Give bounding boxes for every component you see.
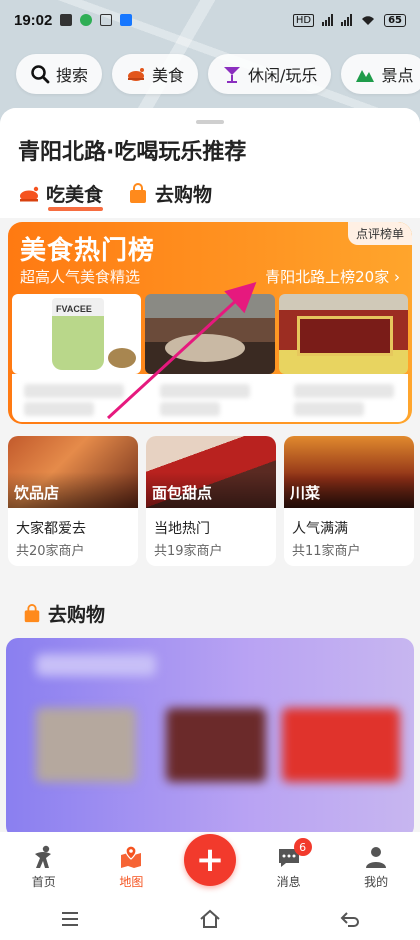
signal-4g-icon xyxy=(322,14,334,26)
cocktail-icon xyxy=(224,67,241,83)
notification-icon xyxy=(60,14,73,26)
ranking-count-link[interactable]: 青阳北路上榜20家 › xyxy=(265,266,400,287)
drink-photo[interactable]: FVACEE xyxy=(12,294,142,374)
tab-shopping[interactable]: 去购物 xyxy=(127,180,212,207)
tab-food[interactable]: 吃美食 xyxy=(18,180,104,211)
nav-messages[interactable]: 6 消息 xyxy=(254,838,324,890)
shopping-bag-icon xyxy=(130,182,147,203)
restaurant-photo[interactable] xyxy=(278,294,408,374)
shopping-card[interactable] xyxy=(6,638,414,832)
hd-icon: HD xyxy=(292,13,315,27)
system-navigation xyxy=(0,898,420,940)
fruit xyxy=(108,348,136,368)
food-icon xyxy=(128,68,145,81)
status-bar: 19:02 HD 65 xyxy=(0,0,420,40)
hot-card-details xyxy=(12,374,408,422)
chip-search[interactable]: 搜索 xyxy=(16,54,103,94)
home-icon[interactable] xyxy=(198,907,222,931)
category-card[interactable]: 面包甜点 当地热门 共19家商户 xyxy=(146,436,276,566)
chip-label: 景点 xyxy=(381,66,414,85)
sheet-header: 青阳北路·吃喝玩乐推荐 吃美食 去购物 xyxy=(0,108,420,218)
signal-5g-icon xyxy=(341,14,353,26)
sheet-grabber[interactable] xyxy=(196,120,224,124)
hot-card-title: 美食热门榜 xyxy=(20,236,156,266)
category-tag: 川菜 xyxy=(290,484,321,502)
hot-card-subtitle: 超高人气美食精选 xyxy=(20,268,141,286)
map-pin-icon xyxy=(121,845,142,868)
category-tag: 面包甜点 xyxy=(152,484,213,502)
sheet-title: 青阳北路·吃喝玩乐推荐 xyxy=(18,140,247,165)
roast-chicken-icon xyxy=(20,186,39,201)
battery-indicator: 65 xyxy=(384,13,406,27)
home-person-icon xyxy=(34,845,51,868)
recommendation-sheet[interactable]: 青阳北路·吃喝玩乐推荐 吃美食 去购物 美食热门榜 超高人气美食精选 点评榜单 … xyxy=(0,108,420,832)
nav-label: 首页 xyxy=(31,875,56,889)
publish-button[interactable]: + xyxy=(184,834,236,886)
nav-label: 消息 xyxy=(276,875,301,889)
mail-icon xyxy=(100,14,113,26)
wechat-icon xyxy=(80,14,93,26)
chip-label: 休闲/玩乐 xyxy=(248,66,318,85)
category-chips: 搜索 美食 休闲/玩乐 景点 xyxy=(16,54,420,94)
shopping-section-header: 去购物 xyxy=(0,584,420,638)
profile-icon xyxy=(366,847,387,868)
restaurant-facade xyxy=(296,316,393,356)
nav-profile[interactable]: 我的 xyxy=(341,844,411,890)
chip-leisure[interactable]: 休闲/玩乐 xyxy=(208,54,332,94)
shopping-title-label: 去购物 xyxy=(48,604,106,626)
dianping-ranking-badge: 点评榜单 xyxy=(347,222,412,245)
chip-label: 美食 xyxy=(152,66,185,85)
chip-label: 搜索 xyxy=(56,66,89,85)
shopping-bag-icon xyxy=(24,603,40,622)
cup-label: FVACEE xyxy=(56,304,92,314)
mountain-icon xyxy=(356,70,375,82)
alipay-icon xyxy=(120,14,133,26)
search-icon xyxy=(31,65,50,84)
category-card[interactable]: 饮品店 大家都爱去 共20家商户 xyxy=(8,436,138,566)
menu-icon[interactable] xyxy=(58,907,82,931)
shopping-section-title: 去购物 xyxy=(22,600,105,627)
message-badge: 6 xyxy=(293,838,312,856)
dish-photo[interactable] xyxy=(145,294,275,374)
nav-label: 我的 xyxy=(364,875,389,889)
sheet-tabs: 吃美食 去购物 xyxy=(18,180,212,211)
dish-plate xyxy=(165,334,246,362)
nav-map[interactable]: 地图 xyxy=(96,844,166,890)
status-time: 19:02 xyxy=(14,11,53,29)
hot-card-photos: FVACEE xyxy=(12,294,408,374)
nav-home[interactable]: 首页 xyxy=(9,844,79,890)
wifi-icon xyxy=(362,16,375,25)
chip-scenic[interactable]: 景点 xyxy=(341,54,420,94)
tab-label: 吃美食 xyxy=(46,184,104,206)
category-tag: 饮品店 xyxy=(14,484,60,502)
chip-food[interactable]: 美食 xyxy=(112,54,199,94)
back-icon[interactable] xyxy=(338,907,362,931)
nav-label: 地图 xyxy=(119,875,144,889)
tab-label: 去购物 xyxy=(155,184,213,206)
food-hot-ranking-card[interactable]: 美食热门榜 超高人气美食精选 点评榜单 青阳北路上榜20家 › FVACEE xyxy=(8,222,412,424)
food-categories: 饮品店 大家都爱去 共20家商户 面包甜点 当地热门 共19家商户 川菜 人气满… xyxy=(8,436,414,566)
category-card[interactable]: 川菜 人气满满 共11家商户 xyxy=(284,436,414,566)
